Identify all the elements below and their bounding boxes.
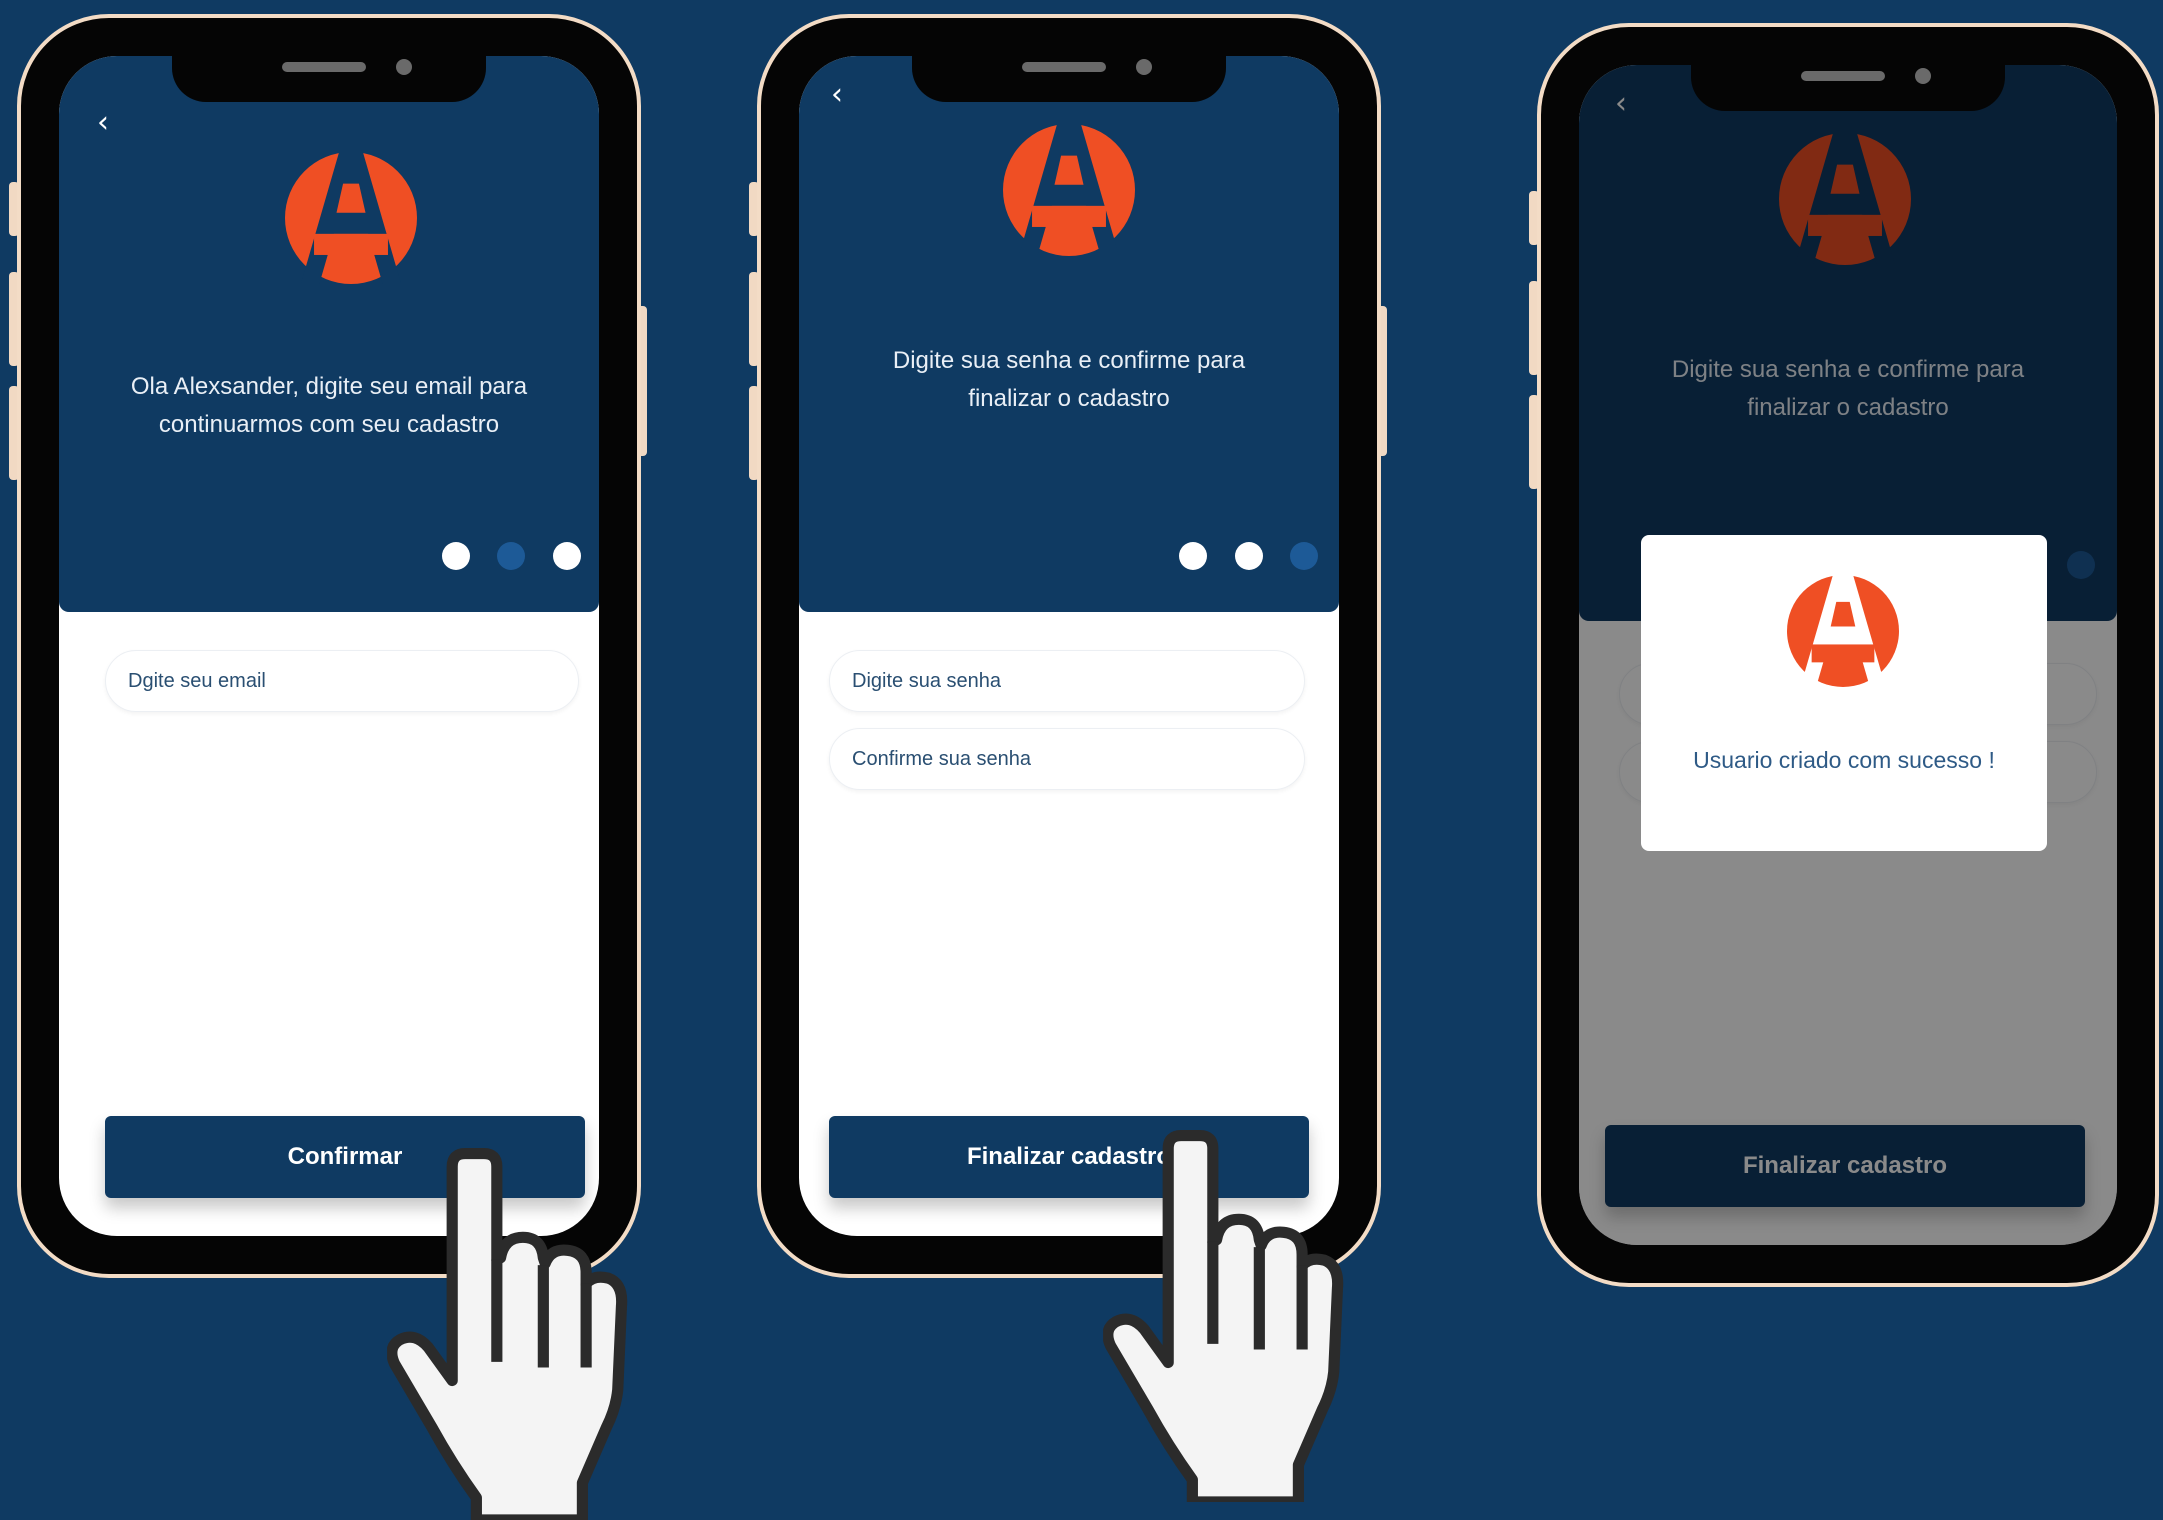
- app-screen: ‹ Ola Alexsander, digite seu email para …: [59, 56, 599, 1236]
- success-dialog: Usuario criado com sucesso !: [1641, 535, 2047, 851]
- phone-frame: ‹ Digite sua senha e confirme para final…: [1537, 23, 2159, 1287]
- pointing-hand-icon: [372, 1148, 644, 1520]
- header-panel: ‹ Digite sua senha e confirme para final…: [799, 56, 1339, 612]
- phone-notch: [1691, 27, 2005, 111]
- step-indicator-dot: [1235, 542, 1263, 570]
- success-message: Usuario criado com sucesso !: [1693, 747, 1995, 773]
- step-indicator-dot: [1290, 542, 1318, 570]
- step-indicator-dot: [1179, 542, 1207, 570]
- phone-frame: ‹ Ola Alexsander, digite seu email para …: [17, 14, 641, 1278]
- confirm-password-input[interactable]: [830, 729, 1304, 789]
- phone-frame: ‹ Digite sua senha e confirme para final…: [757, 14, 1381, 1278]
- header-panel: ‹ Ola Alexsander, digite seu email para …: [59, 56, 599, 612]
- email-field[interactable]: [105, 650, 579, 712]
- password-input[interactable]: [830, 651, 1304, 711]
- app-screen: ‹ Digite sua senha e confirme para final…: [799, 56, 1339, 1236]
- speaker-grille: [1022, 62, 1106, 72]
- front-camera: [1136, 59, 1152, 75]
- confirm-password-field[interactable]: [829, 728, 1305, 790]
- phone-email-step: ‹ Ola Alexsander, digite seu email para …: [9, 14, 647, 1278]
- phone-notch: [172, 18, 486, 102]
- phone-success-step: ‹ Digite sua senha e confirme para final…: [1529, 23, 2159, 1287]
- step-prompt: Digite sua senha e confirme para finaliz…: [892, 347, 1246, 412]
- phone-notch: [912, 18, 1226, 102]
- email-input[interactable]: [106, 651, 578, 711]
- chevron-left-icon[interactable]: ‹: [831, 80, 843, 110]
- pointing-hand-icon: [1088, 1130, 1360, 1502]
- brand-logo-a-icon: [1787, 575, 1899, 687]
- step-indicator-dot: [442, 542, 470, 570]
- chevron-left-icon[interactable]: ‹: [97, 108, 109, 138]
- phone-password-step: ‹ Digite sua senha e confirme para final…: [749, 14, 1387, 1278]
- front-camera: [396, 59, 412, 75]
- app-screen: ‹ Digite sua senha e confirme para final…: [1579, 65, 2117, 1245]
- step-indicator-dot: [553, 542, 581, 570]
- step-prompt: Ola Alexsander, digite seu email para co…: [130, 373, 528, 438]
- password-field[interactable]: [829, 650, 1305, 712]
- brand-logo-a-icon: [1003, 124, 1135, 256]
- step-indicator-dot: [497, 542, 525, 570]
- speaker-grille: [282, 62, 366, 72]
- brand-logo-a-icon: [285, 152, 417, 284]
